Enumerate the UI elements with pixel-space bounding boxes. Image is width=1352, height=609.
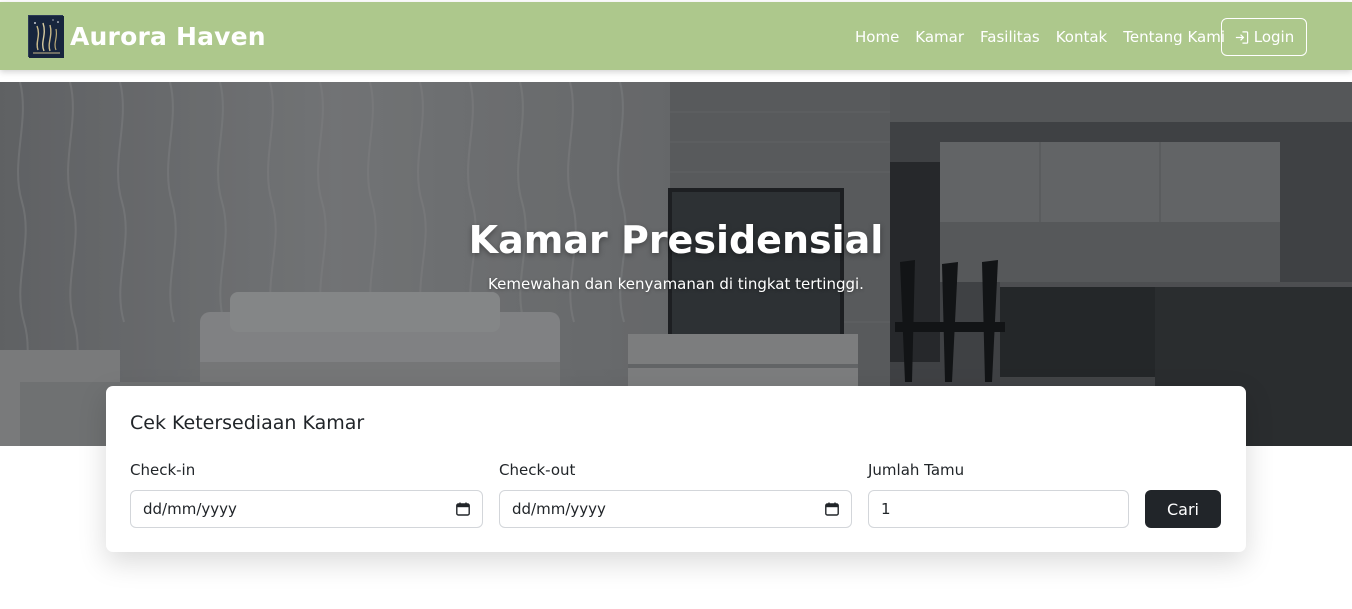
hero-subtitle: Kemewahan dan kenyamanan di tingkat tert…: [488, 275, 864, 293]
brand-link[interactable]: Aurora Haven: [28, 15, 266, 58]
checkout-placeholder: dd/mm/yyyy: [512, 500, 606, 518]
nav-link-kamar[interactable]: Kamar: [915, 28, 964, 46]
hero-title: Kamar Presidensial: [468, 218, 884, 262]
brand-name: Aurora Haven: [70, 21, 266, 51]
navbar: Aurora Haven Home Kamar Fasilitas Kontak…: [0, 2, 1352, 70]
calendar-icon[interactable]: [825, 502, 839, 516]
login-button[interactable]: Login: [1221, 18, 1307, 56]
guests-value: 1: [881, 500, 891, 518]
guests-label: Jumlah Tamu: [868, 461, 965, 479]
nav-link-fasilitas[interactable]: Fasilitas: [980, 28, 1040, 46]
calendar-icon[interactable]: [456, 502, 470, 516]
checkout-date-input[interactable]: dd/mm/yyyy: [499, 490, 852, 528]
nav-link-tentang-kami[interactable]: Tentang Kami: [1123, 28, 1225, 46]
login-label: Login: [1253, 28, 1295, 46]
nav-links: Home Kamar Fasilitas Kontak Tentang Kami: [855, 25, 1225, 49]
availability-title: Cek Ketersediaan Kamar: [130, 412, 365, 434]
guests-number-input[interactable]: 1: [868, 490, 1129, 528]
checkout-label: Check-out: [499, 461, 576, 479]
login-arrow-icon: [1235, 30, 1248, 44]
checkin-label: Check-in: [130, 461, 196, 479]
page: Aurora Haven Home Kamar Fasilitas Kontak…: [0, 0, 1352, 609]
search-button[interactable]: Cari: [1145, 490, 1221, 528]
checkin-date-input[interactable]: dd/mm/yyyy: [130, 490, 483, 528]
aurora-logo-icon: [28, 15, 64, 58]
availability-card: Cek Ketersediaan Kamar Check-in dd/mm/yy…: [106, 386, 1246, 552]
nav-link-home[interactable]: Home: [855, 28, 899, 46]
checkin-placeholder: dd/mm/yyyy: [143, 500, 237, 518]
nav-link-kontak[interactable]: Kontak: [1056, 28, 1108, 46]
